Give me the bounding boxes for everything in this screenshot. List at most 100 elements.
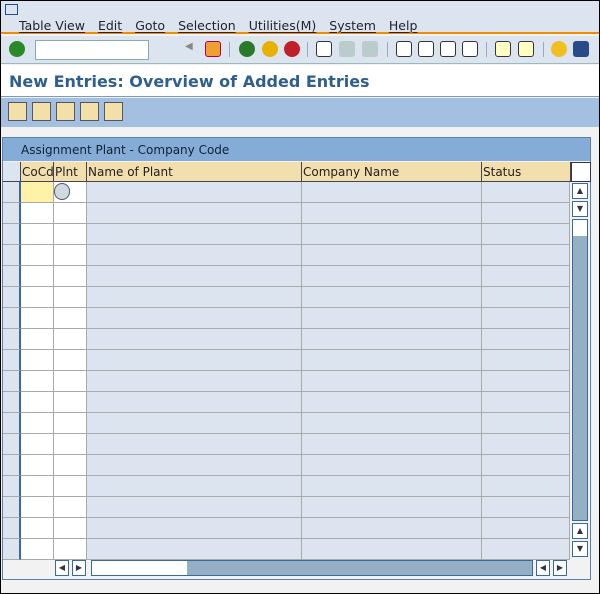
row-selector[interactable]: [3, 182, 21, 203]
row-selector[interactable]: [3, 224, 21, 245]
cell-cocd[interactable]: [21, 245, 54, 266]
table-settings-icon[interactable]: [571, 162, 591, 182]
print-icon[interactable]: [316, 41, 332, 57]
column-header-status[interactable]: Status: [482, 162, 571, 182]
help-icon[interactable]: [551, 41, 567, 57]
cancel-icon[interactable]: [284, 41, 300, 57]
menu-selection[interactable]: Selection: [178, 18, 236, 33]
menu-table-view[interactable]: Table View: [19, 18, 85, 33]
cell-cocd[interactable]: [21, 182, 54, 203]
row-selector[interactable]: [3, 518, 21, 539]
previous-page-icon[interactable]: [418, 41, 434, 57]
cell-plnt[interactable]: [54, 518, 87, 539]
cell-plnt[interactable]: [54, 455, 87, 476]
cell-cocd[interactable]: [21, 434, 54, 455]
cell-cocd[interactable]: [21, 308, 54, 329]
scroll-right-button[interactable]: ▶: [553, 560, 567, 576]
exit-icon[interactable]: [262, 41, 278, 57]
cell-cocd[interactable]: [21, 371, 54, 392]
cell-cocd[interactable]: [21, 476, 54, 497]
row-selector[interactable]: [3, 539, 21, 560]
select-all-rows[interactable]: [3, 162, 21, 182]
cell-plnt[interactable]: [54, 350, 87, 371]
row-selector[interactable]: [3, 371, 21, 392]
cell-plnt[interactable]: [54, 203, 87, 224]
cell-cocd[interactable]: [21, 497, 54, 518]
back-icon[interactable]: [239, 41, 255, 57]
save-icon[interactable]: [205, 41, 221, 57]
shortcut-icon[interactable]: [518, 41, 534, 57]
menu-edit[interactable]: Edit: [98, 18, 122, 33]
cell-cocd[interactable]: [21, 413, 54, 434]
scroll-page-down-button[interactable]: ▼: [572, 541, 588, 557]
row-selector[interactable]: [3, 413, 21, 434]
cell-plnt[interactable]: [54, 287, 87, 308]
row-selector[interactable]: [3, 497, 21, 518]
horizontal-scrollbar[interactable]: [91, 560, 533, 576]
scroll-up-button[interactable]: ▲: [572, 183, 588, 199]
scroll-page-up-button[interactable]: ▲: [572, 523, 588, 539]
cell-cocd[interactable]: [21, 329, 54, 350]
cell-plnt[interactable]: [54, 224, 87, 245]
system-menu-icon[interactable]: [5, 4, 18, 15]
row-selector[interactable]: [3, 287, 21, 308]
row-selector[interactable]: [3, 350, 21, 371]
row-selector[interactable]: [3, 329, 21, 350]
scroll-left-button[interactable]: ◀: [536, 560, 550, 576]
change-display-icon[interactable]: [8, 102, 27, 121]
cell-cocd[interactable]: [21, 350, 54, 371]
scroll-left-fixed-button[interactable]: ◀: [55, 560, 69, 576]
cell-cocd[interactable]: [21, 287, 54, 308]
cell-plnt[interactable]: [54, 245, 87, 266]
cell-plnt[interactable]: [54, 434, 87, 455]
command-field[interactable]: [35, 40, 149, 60]
row-selector[interactable]: [3, 434, 21, 455]
cell-plnt[interactable]: [54, 308, 87, 329]
column-header-cocd[interactable]: CoCd: [21, 162, 54, 182]
delete-icon[interactable]: [32, 102, 51, 121]
cell-plnt[interactable]: [54, 266, 87, 287]
cell-plnt[interactable]: [54, 329, 87, 350]
first-page-icon[interactable]: [396, 41, 412, 57]
create-session-icon[interactable]: [495, 41, 511, 57]
cell-cocd[interactable]: [21, 203, 54, 224]
cell-cocd[interactable]: [21, 224, 54, 245]
cell-plnt[interactable]: [54, 182, 87, 203]
scroll-right-fixed-button[interactable]: ▶: [72, 560, 86, 576]
menu-utilities[interactable]: Utilities(M): [249, 18, 317, 33]
row-selector[interactable]: [3, 308, 21, 329]
cell-cocd[interactable]: [21, 392, 54, 413]
cell-plnt[interactable]: [54, 371, 87, 392]
back-arrow-icon[interactable]: ◀: [185, 41, 193, 57]
value-help-icon[interactable]: [54, 183, 70, 200]
cell-cocd[interactable]: [21, 539, 54, 560]
cell-plnt[interactable]: [54, 413, 87, 434]
cell-plnt[interactable]: [54, 392, 87, 413]
deselect-all-icon[interactable]: [104, 102, 123, 121]
menu-goto[interactable]: Goto: [135, 18, 165, 33]
cell-cocd[interactable]: [21, 455, 54, 476]
select-block-icon[interactable]: [80, 102, 99, 121]
layout-menu-icon[interactable]: [573, 41, 589, 57]
row-selector[interactable]: [3, 455, 21, 476]
cell-cocd[interactable]: [21, 518, 54, 539]
last-page-icon[interactable]: [462, 41, 478, 57]
row-selector[interactable]: [3, 392, 21, 413]
vertical-scroll-thumb[interactable]: [573, 220, 587, 236]
cell-plnt[interactable]: [54, 476, 87, 497]
cell-cocd[interactable]: [21, 266, 54, 287]
enter-icon[interactable]: [9, 41, 25, 57]
cell-plnt[interactable]: [54, 497, 87, 518]
column-header-name-of-plant[interactable]: Name of Plant: [87, 162, 302, 182]
column-header-company-name[interactable]: Company Name: [302, 162, 482, 182]
menu-system[interactable]: System: [329, 18, 376, 33]
cell-plnt[interactable]: [54, 539, 87, 560]
row-selector[interactable]: [3, 203, 21, 224]
scroll-down-button[interactable]: ▼: [572, 201, 588, 217]
next-page-icon[interactable]: [440, 41, 456, 57]
row-selector[interactable]: [3, 266, 21, 287]
select-all-icon[interactable]: [56, 102, 75, 121]
row-selector[interactable]: [3, 245, 21, 266]
row-selector[interactable]: [3, 476, 21, 497]
horizontal-scroll-thumb[interactable]: [92, 561, 187, 575]
